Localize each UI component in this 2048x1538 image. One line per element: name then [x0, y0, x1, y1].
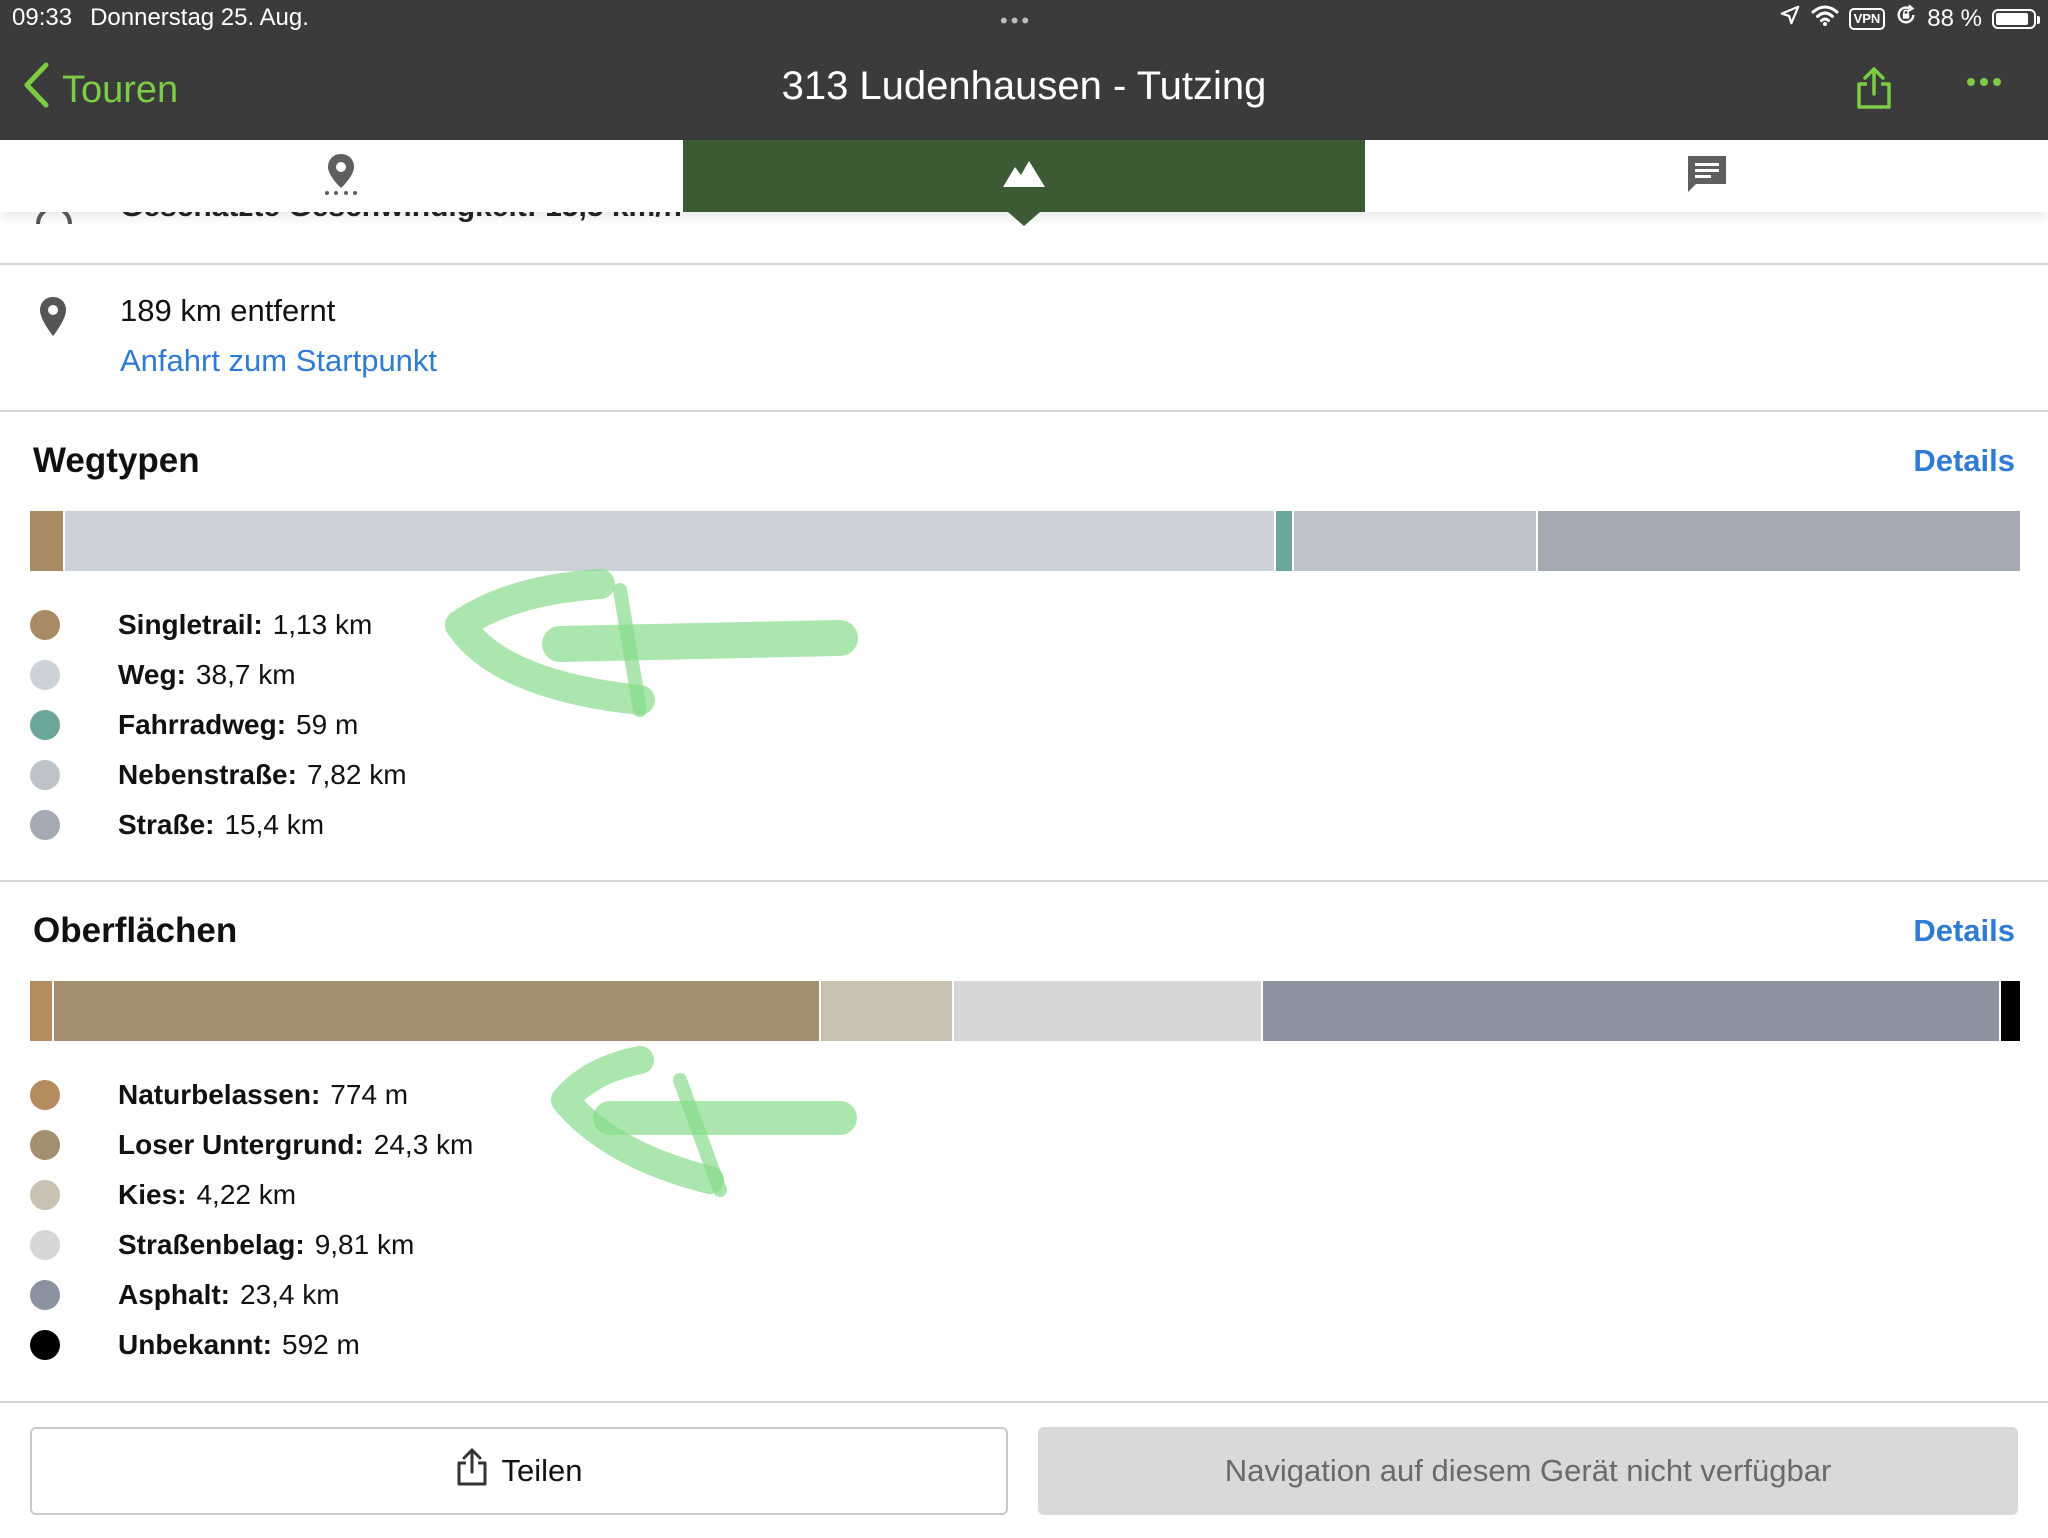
legend-value: 7,82 km — [306, 759, 407, 790]
navigation-button[interactable]: Navigation auf diesem Gerät nicht verfüg… — [1038, 1427, 2018, 1515]
divider — [0, 263, 2048, 265]
legend-label: Weg: — [118, 659, 186, 690]
location-pin-icon — [38, 296, 68, 343]
legend-label: Naturbelassen: — [118, 1079, 321, 1110]
legend-value: 592 m — [282, 1329, 360, 1360]
legend-color-dot — [30, 760, 60, 790]
rotation-lock-icon — [1895, 4, 1917, 33]
share-button[interactable]: Teilen — [30, 1427, 1008, 1515]
bar-segment — [2001, 981, 2020, 1041]
green-arrow-annotation — [445, 569, 858, 717]
legend-item: Fahrradweg: 59 m — [30, 700, 407, 750]
wegtypen-title: Wegtypen — [33, 441, 200, 480]
legend-color-dot — [30, 1180, 60, 1210]
battery-icon — [1992, 8, 2040, 29]
oberflaechen-details-link[interactable]: Details — [1913, 913, 2015, 949]
speed-row-text: Geschätzte Geschwindigkeit: 15,5 km/h — [120, 212, 682, 224]
green-arrow-annotation — [551, 1046, 857, 1197]
wegtypen-legend: Singletrail: 1,13 km Weg: 38,7 km Fahrradweg… — [30, 600, 407, 850]
legend-label: Loser Untergrund: — [118, 1129, 364, 1160]
bar-segment — [820, 981, 954, 1041]
legend-item: Naturbelassen: 774 m — [30, 1070, 473, 1120]
tab-map[interactable] — [0, 140, 683, 212]
legend-color-dot — [30, 1080, 60, 1110]
speed-row-partial: Geschätzte Geschwindigkeit: 15,5 km/h — [0, 212, 2048, 264]
map-pin-icon — [319, 152, 363, 201]
legend-color-dot — [30, 810, 60, 840]
status-date: Donnerstag 25. Aug. — [90, 4, 309, 31]
legend-item: Singletrail: 1,13 km — [30, 600, 407, 650]
distance-text: 189 km entfernt — [120, 293, 336, 328]
legend-value: 9,81 km — [314, 1229, 415, 1260]
location-arrow-icon — [1779, 4, 1801, 33]
comment-icon — [1686, 154, 1728, 199]
divider — [0, 880, 2048, 882]
legend-color-dot — [30, 1130, 60, 1160]
share-icon[interactable] — [1855, 66, 1893, 115]
oberflaechen-bar — [30, 981, 2020, 1041]
legend-item: Loser Untergrund: 24,3 km — [30, 1120, 473, 1170]
multitasking-dots[interactable]: ••• — [1000, 8, 1032, 34]
wegtypen-bar — [30, 511, 2020, 571]
legend-label: Nebenstraße: — [118, 759, 297, 790]
legend-label: Straßenbelag: — [118, 1229, 305, 1260]
legend-label: Singletrail: — [118, 609, 263, 640]
bar-segment — [1263, 981, 2002, 1041]
legend-value: 15,4 km — [224, 809, 325, 840]
legend-color-dot — [30, 1230, 60, 1260]
legend-item: Weg: 38,7 km — [30, 650, 407, 700]
bar-segment — [1538, 511, 2020, 571]
divider — [0, 410, 2048, 412]
share-icon — [456, 1448, 488, 1494]
bar-segment — [1275, 511, 1294, 571]
battery-percentage: 88 % — [1927, 4, 1982, 32]
bar-segment — [953, 981, 1264, 1041]
status-bar-left: 09:33 Donnerstag 25. Aug. — [12, 4, 309, 32]
legend-item: Asphalt: 23,4 km — [30, 1270, 473, 1320]
app-header: 09:33 Donnerstag 25. Aug. ••• VPN 88 % To… — [0, 0, 2048, 140]
status-bar-right: VPN 88 % — [1779, 4, 2040, 33]
legend-label: Straße: — [118, 809, 215, 840]
legend-label: Fahrradweg: — [118, 709, 287, 740]
oberflaechen-title: Oberflächen — [33, 911, 238, 950]
legend-value: 774 m — [330, 1079, 409, 1110]
wegtypen-details-link[interactable]: Details — [1913, 443, 2015, 479]
wifi-icon — [1811, 4, 1839, 33]
oberflaechen-legend: Naturbelassen: 774 m Loser Untergrund: 24,3… — [30, 1070, 473, 1370]
bar-segment — [54, 981, 821, 1041]
legend-value: 23,4 km — [240, 1279, 340, 1310]
legend-color-dot — [30, 1280, 60, 1310]
legend-color-dot — [30, 660, 60, 690]
legend-color-dot — [30, 610, 60, 640]
legend-color-dot — [30, 1330, 60, 1360]
legend-value: 59 m — [296, 709, 359, 740]
tab-comments[interactable] — [1365, 140, 2048, 212]
legend-value: 1,13 km — [272, 609, 373, 640]
route-to-start-link[interactable]: Anfahrt zum Startpunkt — [120, 343, 437, 379]
legend-item: Unbekannt: 592 m — [30, 1320, 473, 1370]
bar-segment — [1293, 511, 1539, 571]
vpn-badge: VPN — [1848, 7, 1886, 30]
legend-value: 24,3 km — [373, 1129, 474, 1160]
legend-item: Straßenbelag: 9,81 km — [30, 1220, 473, 1270]
legend-value: 38,7 km — [195, 659, 296, 690]
legend-color-dot — [30, 710, 60, 740]
legend-label: Kies: — [118, 1179, 187, 1210]
legend-item: Nebenstraße: 7,82 km — [30, 750, 407, 800]
tab-elevation[interactable] — [682, 140, 1366, 226]
mountain-icon — [1001, 159, 1047, 194]
bar-segment — [30, 981, 55, 1041]
legend-item: Kies: 4,22 km — [30, 1170, 473, 1220]
speedometer-icon — [34, 212, 74, 239]
tab-bar — [0, 140, 2048, 226]
bar-segment — [30, 511, 66, 571]
legend-value: 4,22 km — [196, 1179, 297, 1210]
status-time: 09:33 — [12, 4, 73, 31]
legend-label: Unbekannt: — [118, 1329, 272, 1360]
page-title: 313 Ludenhausen - Tutzing — [781, 64, 1267, 108]
legend-item: Straße: 15,4 km — [30, 800, 407, 850]
legend-label: Asphalt: — [118, 1279, 230, 1310]
more-options-icon[interactable] — [1966, 74, 2002, 92]
share-button-label: Teilen — [501, 1453, 583, 1488]
